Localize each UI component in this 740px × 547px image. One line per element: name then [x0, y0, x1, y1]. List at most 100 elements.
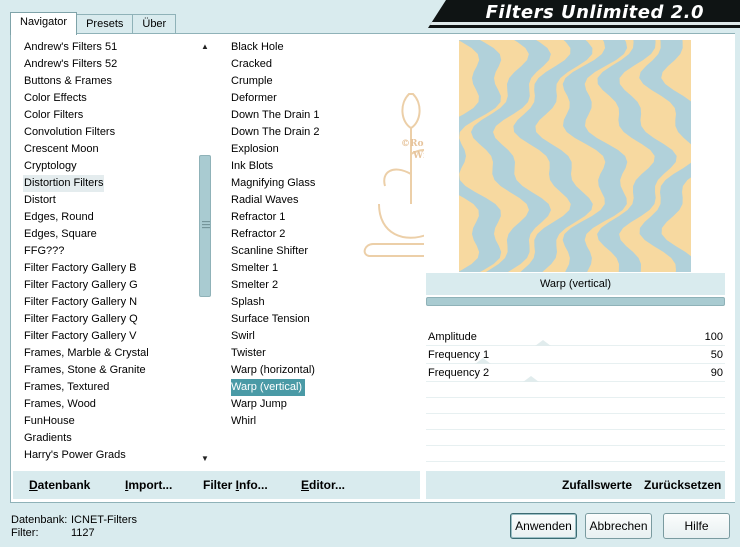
parameter-label: Amplitude [428, 331, 477, 343]
category-item[interactable]: Andrew's Filters 51 [23, 39, 203, 56]
filter-item[interactable]: Down The Drain 2 [231, 124, 322, 141]
category-list[interactable]: Andrew's Filters 51 Andrew's Filters 52 Bu… [23, 39, 203, 469]
parameter-value: 100 [704, 331, 723, 343]
category-item[interactable]: Distort [23, 192, 203, 209]
filter-item[interactable]: Ink Blots [231, 158, 276, 175]
tab-about[interactable]: Über [132, 14, 177, 34]
button-label-rest: nfo... [239, 478, 268, 492]
grip-icon: — — — [202, 217, 210, 232]
filter-item[interactable]: Warp (horizontal) [231, 362, 318, 379]
navigator-panel: Andrew's Filters 51 Andrew's Filters 52 Bu… [10, 33, 735, 503]
category-item[interactable]: Buttons & Frames [23, 73, 203, 90]
category-item[interactable]: FunHouse [23, 413, 203, 430]
button-accelerator-key: D [29, 478, 38, 492]
parameter-label: Frequency 2 [428, 367, 490, 379]
parameter-row-empty [426, 382, 725, 398]
filter-count-label: Filter: [11, 527, 39, 539]
app-title: Filters Unlimited 2.0 [485, 2, 704, 23]
scroll-up-arrow-icon[interactable]: ▲ [197, 39, 213, 55]
category-item[interactable]: Filter Factory Gallery V [23, 328, 203, 345]
filter-item[interactable]: Cracked [231, 56, 275, 73]
filter-item[interactable]: Warp (vertical) [231, 379, 306, 396]
parameter-list: Amplitude 100 Frequency 1 50 Frequency 2 90 [426, 328, 725, 462]
category-item[interactable]: Filter Factory Gallery G [23, 277, 203, 294]
database-button[interactable]: Datenbank [29, 478, 90, 492]
filter-progress-bar [426, 297, 725, 306]
category-item[interactable]: Edges, Square [23, 226, 203, 243]
filter-item[interactable]: Black Hole [231, 39, 287, 56]
category-item[interactable]: Frames, Marble & Crystal [23, 345, 203, 362]
category-item[interactable]: Filter Factory Gallery B [23, 260, 203, 277]
parameter-row-empty [426, 446, 725, 462]
parameter-value: 50 [710, 349, 723, 361]
tab-navigator[interactable]: Navigator [10, 12, 78, 35]
filter-item[interactable]: Down The Drain 1 [231, 107, 322, 124]
scrollbar-thumb[interactable]: — — — [199, 155, 211, 297]
reset-button[interactable]: Zurücksetzen [644, 478, 721, 492]
filter-item[interactable]: Surface Tension [231, 311, 313, 328]
filter-item[interactable]: Refractor 2 [231, 226, 288, 243]
category-item[interactable]: Andrew's Filters 52 [23, 56, 203, 73]
filter-item[interactable]: Radial Waves [231, 192, 301, 209]
button-accelerator-key: E [301, 478, 310, 492]
category-item[interactable]: Harry's Power Grads [23, 447, 203, 464]
filter-item[interactable]: Crumple [231, 73, 276, 90]
category-item[interactable]: Crescent Moon [23, 141, 203, 158]
category-item[interactable]: Cryptology [23, 158, 203, 175]
import-button[interactable]: Import... [125, 478, 172, 492]
category-item[interactable]: Frames, Textured [23, 379, 203, 396]
tab-presets[interactable]: Presets [76, 14, 134, 34]
filter-item[interactable]: Magnifying Glass [231, 175, 318, 192]
category-item[interactable]: Color Filters [23, 107, 203, 124]
filter-item[interactable]: Smelter 2 [231, 277, 281, 294]
help-button[interactable]: Hilfe [663, 513, 730, 539]
category-item[interactable]: Distortion Filters [23, 175, 104, 192]
database-value: ICNET-Filters [71, 514, 137, 526]
category-item[interactable]: Color Effects [23, 90, 203, 107]
filter-info-button[interactable]: Filter Info... [203, 478, 268, 492]
category-item[interactable]: Gradients [23, 430, 203, 447]
filter-item[interactable]: Deformer [231, 90, 280, 107]
filter-item[interactable]: Twister [231, 345, 269, 362]
filter-count-value: 1127 [71, 527, 95, 539]
parameter-row-empty [426, 398, 725, 414]
current-filter-name: Warp (vertical) [426, 273, 725, 295]
parameter-row[interactable]: Amplitude 100 [426, 328, 725, 346]
button-label-prefix: Filter [203, 478, 236, 492]
database-label: Datenbank: [11, 514, 68, 526]
apply-button[interactable]: Anwenden [510, 513, 577, 539]
filter-preview-image [459, 40, 691, 272]
title-banner: Filters Unlimited 2.0 [428, 0, 740, 28]
category-item[interactable]: Frames, Wood [23, 396, 203, 413]
filter-item[interactable]: Refractor 1 [231, 209, 288, 226]
category-item[interactable]: Filter Factory Gallery N [23, 294, 203, 311]
filter-item[interactable]: Whirl [231, 413, 259, 430]
preview-panel: Warp (vertical) Amplitude 100 Frequency 15… [424, 34, 735, 502]
filter-item[interactable]: Scanline Shifter [231, 243, 311, 260]
filter-item[interactable]: Warp Jump [231, 396, 290, 413]
filter-item[interactable]: Smelter 1 [231, 260, 281, 277]
filters-unlimited-window: Filters Unlimited 2.0 Navigator Presets … [0, 0, 740, 547]
button-label-rest: atenbank [37, 478, 91, 492]
parameter-row[interactable]: Frequency 1 50 [426, 346, 725, 364]
button-label-rest: mport... [128, 478, 173, 492]
filter-item[interactable]: Swirl [231, 328, 258, 345]
category-scrollbar[interactable]: ▲ — — — ▼ [197, 39, 213, 467]
filter-item[interactable]: Splash [231, 294, 268, 311]
editor-button[interactable]: Editor... [301, 478, 345, 492]
scroll-down-arrow-icon[interactable]: ▼ [197, 451, 213, 467]
category-item[interactable]: Convolution Filters [23, 124, 203, 141]
cancel-button[interactable]: Abbrechen [585, 513, 652, 539]
random-values-button[interactable]: Zufallswerte [562, 478, 632, 492]
status-area: Datenbank: ICNET-Filters Filter: 1127 [11, 514, 137, 540]
category-item[interactable]: Frames, Stone & Granite [23, 362, 203, 379]
filter-item[interactable]: Explosion [231, 141, 282, 158]
category-item[interactable]: FFG??? [23, 243, 203, 260]
category-item[interactable]: Edges, Round [23, 209, 203, 226]
parameter-value: 90 [710, 367, 723, 379]
slider-handle[interactable] [522, 376, 539, 382]
left-action-bar: Datenbank Import... Filter Info... Editor..… [13, 471, 420, 499]
category-item[interactable]: Filter Factory Gallery Q [23, 311, 203, 328]
parameter-row[interactable]: Frequency 2 90 [426, 364, 725, 382]
parameter-row-empty [426, 430, 725, 446]
